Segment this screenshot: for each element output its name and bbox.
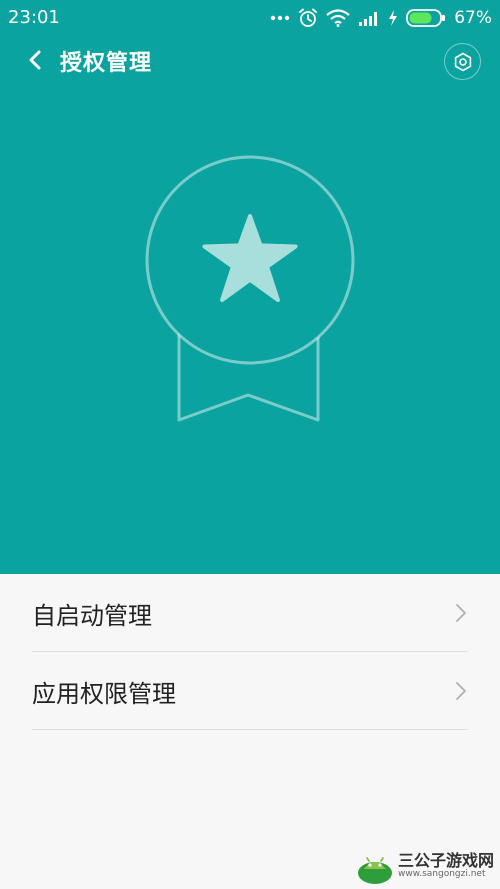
status-bar: 23:01 67% bbox=[0, 0, 500, 36]
signal-icon bbox=[358, 10, 380, 26]
title-bar: 授权管理 bbox=[0, 36, 500, 86]
menu-list: 自启动管理 应用权限管理 三公子游戏网 www.sangongzi.net bbox=[0, 574, 500, 889]
wifi-icon bbox=[326, 9, 350, 27]
hero-banner: 23:01 67% 授权管理 bbox=[0, 0, 500, 574]
back-button[interactable] bbox=[22, 46, 50, 74]
chevron-left-icon bbox=[29, 50, 41, 70]
menu-item-app-permissions[interactable]: 应用权限管理 bbox=[32, 652, 468, 730]
alarm-icon bbox=[298, 8, 318, 28]
watermark: 三公子游戏网 www.sangongzi.net bbox=[356, 847, 494, 885]
android-logo-icon bbox=[357, 857, 392, 884]
watermark-url: www.sangongzi.net bbox=[397, 868, 486, 879]
medal-star-icon bbox=[145, 155, 355, 422]
gear-icon bbox=[454, 52, 471, 71]
battery-percent: 67% bbox=[454, 8, 492, 28]
status-time: 23:01 bbox=[8, 7, 60, 28]
chevron-right-icon bbox=[456, 682, 466, 700]
menu-item-label: 应用权限管理 bbox=[32, 680, 176, 708]
charging-icon bbox=[388, 10, 398, 26]
dots-icon bbox=[270, 15, 290, 21]
page-title: 授权管理 bbox=[60, 51, 153, 76]
status-icons: 67% bbox=[270, 6, 492, 30]
settings-button[interactable] bbox=[444, 43, 481, 80]
chevron-right-icon bbox=[456, 604, 466, 622]
menu-item-label: 自启动管理 bbox=[32, 602, 152, 630]
menu-item-autostart[interactable]: 自启动管理 bbox=[32, 574, 468, 652]
watermark-title: 三公子游戏网 bbox=[397, 851, 494, 871]
battery-icon bbox=[406, 9, 446, 27]
